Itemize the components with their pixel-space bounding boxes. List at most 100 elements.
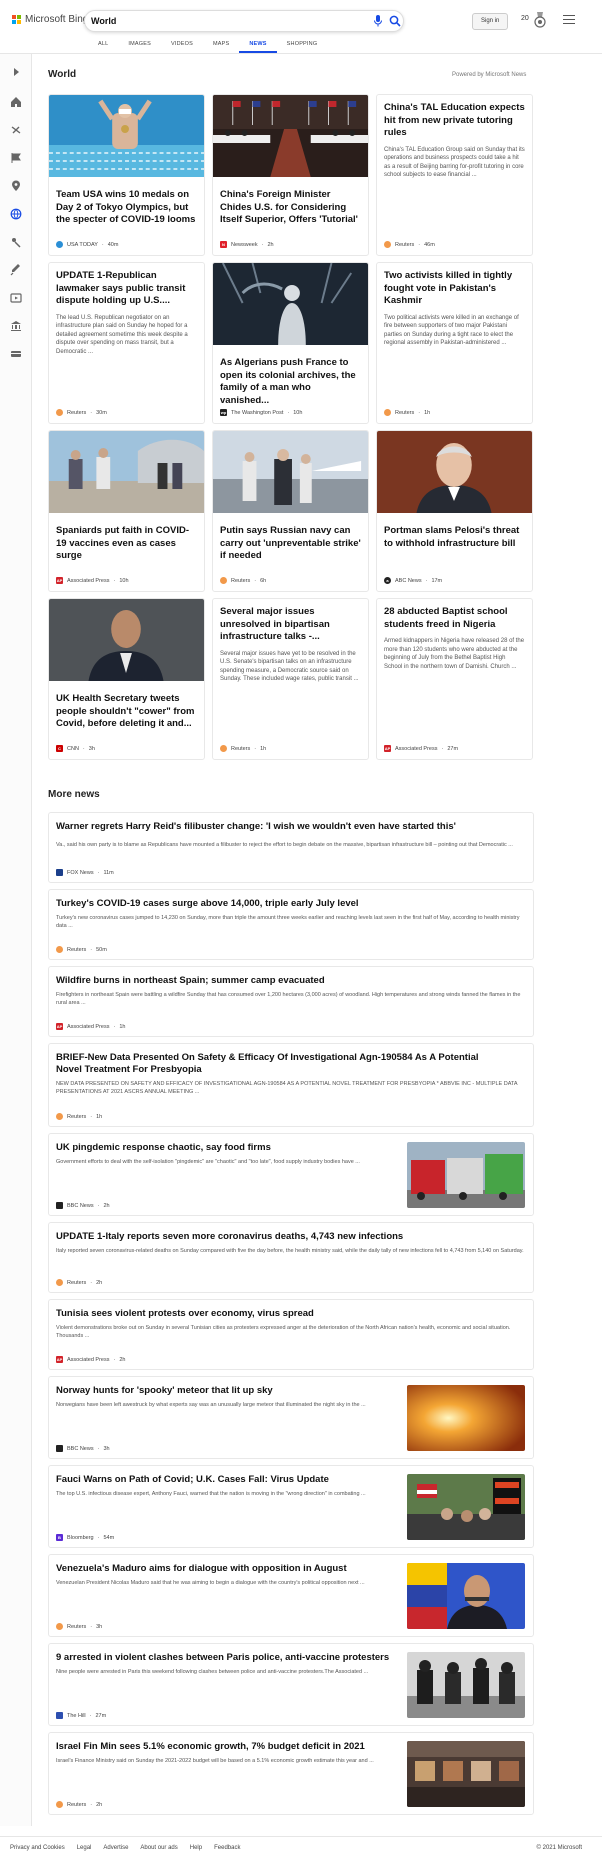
reuters-icon — [220, 577, 227, 584]
card-summary: Several major issues have yet to be reso… — [220, 650, 359, 683]
footer-link-help[interactable]: Help — [190, 1845, 202, 1851]
news-card[interactable]: China's Foreign Minister Chides U.S. for… — [212, 94, 369, 256]
news-card[interactable]: China's TAL Education expects hit from n… — [376, 94, 533, 256]
sign-in-button[interactable]: Sign in — [472, 13, 509, 30]
list-item[interactable]: 9 arrested in violent clashes between Pa… — [48, 1643, 534, 1726]
news-headline[interactable]: Fauci Warns on Path of Covid; U.K. Cases… — [56, 1474, 396, 1486]
card-headline[interactable]: Portman slams Pelosi's threat to withhol… — [384, 525, 525, 550]
news-time: 27m — [95, 1712, 107, 1719]
news-card[interactable]: As Algerians push France to open its col… — [212, 262, 369, 424]
card-headline[interactable]: Several major issues unresolved in bipar… — [220, 606, 361, 644]
list-item[interactable]: Turkey's COVID-19 cases surge above 14,0… — [48, 889, 534, 960]
card-headline[interactable]: 28 abducted Baptist school students free… — [384, 606, 525, 631]
reuters-icon — [56, 1801, 63, 1808]
rocket-icon[interactable] — [10, 264, 22, 276]
list-item[interactable]: Israel Fin Min sees 5.1% economic growth… — [48, 1732, 534, 1815]
search-box[interactable] — [84, 10, 404, 32]
search-icon[interactable] — [389, 15, 401, 27]
news-headline[interactable]: 9 arrested in violent clashes between Pa… — [56, 1652, 396, 1664]
search-input[interactable] — [91, 14, 331, 28]
hamburger-menu-icon[interactable] — [563, 15, 575, 25]
naval-parade-photo — [213, 431, 368, 513]
tab-all[interactable]: ALL — [88, 41, 118, 53]
news-card[interactable]: Several major issues unresolved in bipar… — [212, 598, 369, 760]
news-summary: Violent demonstrations broke out on Sund… — [56, 1325, 511, 1339]
footer-link-advertise[interactable]: Advertise — [103, 1845, 128, 1851]
list-item[interactable]: Wildfire burns in northeast Spain; summe… — [48, 966, 534, 1037]
news-card[interactable]: Spaniards put faith in COVID-19 vaccines… — [48, 430, 205, 592]
news-headline[interactable]: Tunisia sees violent protests over econo… — [56, 1308, 526, 1320]
news-headline[interactable]: UK pingdemic response chaotic, say food … — [56, 1142, 396, 1154]
card-time: 1h — [260, 745, 267, 752]
card-time: 6h — [260, 577, 267, 584]
card-headline[interactable]: As Algerians push France to open its col… — [220, 357, 361, 407]
news-card[interactable]: Two activists killed in tightly fought v… — [376, 262, 533, 424]
list-item[interactable]: UPDATE 1-Italy reports seven more corona… — [48, 1222, 534, 1293]
flag-icon[interactable] — [10, 152, 22, 164]
card-source: Reuters — [395, 241, 415, 248]
news-summary: Norwegians have been left awestruck by w… — [56, 1402, 366, 1408]
news-source: Bloomberg — [67, 1534, 94, 1541]
washington-post-icon: wp — [220, 409, 227, 416]
list-item[interactable]: Tunisia sees violent protests over econo… — [48, 1299, 534, 1370]
money-icon[interactable] — [10, 348, 22, 360]
list-item[interactable]: Fauci Warns on Path of Covid; U.K. Cases… — [48, 1465, 534, 1548]
news-card[interactable]: UPDATE 1-Republican lawmaker says public… — [48, 262, 205, 424]
tab-maps[interactable]: MAPS — [203, 41, 239, 53]
tab-news[interactable]: NEWS — [239, 41, 277, 53]
card-headline[interactable]: Spaniards put faith in COVID-19 vaccines… — [56, 525, 197, 563]
footer-link-about-ads[interactable]: About our ads — [140, 1845, 177, 1851]
card-source: Reuters — [231, 745, 251, 752]
tab-shopping[interactable]: SHOPPING — [277, 41, 328, 53]
news-card[interactable]: Portman slams Pelosi's threat to withhol… — [376, 430, 533, 592]
footer-link-feedback[interactable]: Feedback — [214, 1845, 240, 1851]
location-pin-icon[interactable] — [10, 180, 22, 192]
news-card[interactable]: Team USA wins 10 medals on Day 2 of Toky… — [48, 94, 205, 256]
news-headline[interactable]: Turkey's COVID-19 cases surge above 14,0… — [56, 898, 526, 910]
footer-link-privacy[interactable]: Privacy and Cookies — [10, 1845, 65, 1851]
footer-link-legal[interactable]: Legal — [77, 1845, 92, 1851]
news-headline[interactable]: BRIEF-New Data Presented On Safety & Eff… — [56, 1052, 486, 1076]
rewards-points[interactable]: 20 — [521, 15, 529, 22]
cnn-icon: C — [56, 745, 63, 752]
news-headline[interactable]: Norway hunts for 'spooky' meteor that li… — [56, 1385, 396, 1397]
news-card[interactable]: Putin says Russian navy can carry out 'u… — [212, 430, 369, 592]
news-headline[interactable]: Israel Fin Min sees 5.1% economic growth… — [56, 1741, 396, 1753]
news-headline[interactable]: Wildfire burns in northeast Spain; summe… — [56, 975, 526, 987]
card-headline[interactable]: UPDATE 1-Republican lawmaker says public… — [56, 270, 197, 308]
globe-icon[interactable] — [10, 208, 22, 220]
list-item[interactable]: Venezuela's Maduro aims for dialogue wit… — [48, 1554, 534, 1637]
card-headline[interactable]: UK Health Secretary tweets people should… — [56, 693, 197, 731]
news-category-icon[interactable] — [10, 124, 22, 136]
news-time: 2h — [103, 1202, 110, 1209]
list-item[interactable]: BRIEF-New Data Presented On Safety & Eff… — [48, 1043, 534, 1127]
entertainment-icon[interactable] — [10, 292, 22, 304]
news-headline[interactable]: UPDATE 1-Italy reports seven more corona… — [56, 1231, 526, 1243]
card-headline[interactable]: Putin says Russian navy can carry out 'u… — [220, 525, 361, 563]
card-headline[interactable]: Team USA wins 10 medals on Day 2 of Toky… — [56, 189, 197, 227]
news-headline[interactable]: Warner regrets Harry Reid's filibuster c… — [56, 821, 526, 833]
microphone-icon[interactable] — [373, 15, 383, 27]
rewards-medal-icon[interactable] — [533, 12, 547, 28]
card-headline[interactable]: Two activists killed in tightly fought v… — [384, 270, 525, 308]
card-source: Reuters — [395, 409, 415, 416]
tab-videos[interactable]: VIDEOS — [161, 41, 203, 53]
news-time: 3h — [103, 1445, 110, 1452]
list-item[interactable]: Norway hunts for 'spooky' meteor that li… — [48, 1376, 534, 1459]
card-time: 46m — [424, 241, 435, 248]
news-card[interactable]: UK Health Secretary tweets people should… — [48, 598, 205, 760]
politics-icon[interactable] — [10, 320, 22, 332]
list-item[interactable]: UK pingdemic response chaotic, say food … — [48, 1133, 534, 1216]
scope-tabs: ALL IMAGES VIDEOS MAPS NEWS SHOPPING — [88, 41, 327, 53]
card-headline[interactable]: China's Foreign Minister Chides U.S. for… — [220, 189, 361, 227]
list-item[interactable]: Warner regrets Harry Reid's filibuster c… — [48, 812, 534, 883]
news-headline[interactable]: Venezuela's Maduro aims for dialogue wit… — [56, 1563, 396, 1575]
science-icon[interactable] — [10, 236, 22, 248]
home-icon[interactable] — [10, 96, 22, 108]
bing-logo[interactable]: Microsoft Bing — [12, 14, 88, 25]
tab-images[interactable]: IMAGES — [118, 41, 161, 53]
card-headline[interactable]: China's TAL Education expects hit from n… — [384, 102, 525, 140]
expand-arrow-icon[interactable] — [10, 66, 22, 78]
news-source: Reuters — [67, 1279, 87, 1286]
news-card[interactable]: 28 abducted Baptist school students free… — [376, 598, 533, 760]
